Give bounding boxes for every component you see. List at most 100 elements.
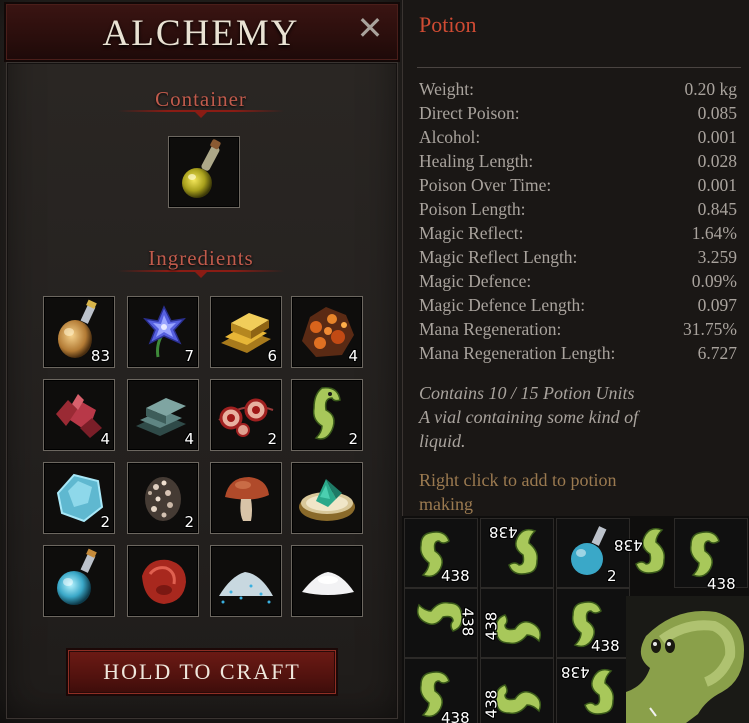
stat-row: Poison Length: 0.845 — [419, 199, 737, 223]
tooltip-divider — [417, 67, 741, 68]
inventory-slot[interactable]: 438 — [480, 588, 554, 658]
item-count: 438 — [441, 567, 470, 585]
tooltip-hint: Right click to add to potion making — [419, 468, 739, 516]
close-button[interactable]: ✕ — [356, 12, 384, 44]
ingredient-count: 83 — [90, 347, 110, 365]
stat-label: Magic Defence Length: — [419, 295, 586, 315]
ingredient-count: 6 — [267, 347, 277, 365]
ingredient-count: 4 — [184, 430, 194, 448]
potion-vial-yellow-icon — [182, 139, 221, 198]
gem-bowl-icon — [299, 479, 355, 521]
window-title: ALCHEMY — [102, 13, 300, 54]
tooltip-description: Contains 10 / 15 Potion Units A vial con… — [419, 381, 739, 453]
ingredient-slot[interactable]: 2 — [291, 379, 363, 451]
stat-row: Direct Poison: 0.085 — [419, 103, 737, 127]
ingredient-slot[interactable] — [210, 462, 282, 534]
stat-row: Healing Length: 0.028 — [419, 151, 737, 175]
stat-row: Mana Regeneration: 31.75% — [419, 319, 737, 343]
ingredient-count: 2 — [348, 430, 358, 448]
blue-salt-icon — [219, 572, 273, 604]
hold-to-craft-button[interactable]: HOLD TO CRAFT — [68, 650, 336, 694]
ingredient-slot[interactable]: 2 — [127, 462, 199, 534]
stat-row: Magic Reflect Length: 3.259 — [419, 247, 737, 271]
stat-row: Poison Over Time: 0.001 — [419, 175, 737, 199]
stat-label: Alcohol: — [419, 127, 481, 147]
inventory-slot[interactable]: 438 — [404, 518, 478, 588]
item-tooltip: Potion Weight: 0.20 kg Direct Poison: 0.08… — [402, 0, 749, 520]
stat-label: Mana Regeneration: — [419, 319, 562, 339]
ingredients-heading: Ingredients — [148, 246, 254, 270]
inventory-slot[interactable]: 438 — [556, 588, 630, 658]
ingredient-slot[interactable]: 4 — [291, 296, 363, 368]
ingredients-heading-arrow — [194, 271, 208, 278]
container-heading: Container — [155, 87, 247, 111]
ingredient-slot[interactable]: 4 — [43, 379, 115, 451]
stat-row: Weight: 0.20 kg — [419, 79, 737, 103]
ingredient-count: 2 — [184, 513, 194, 531]
item-count: 438 — [614, 536, 643, 554]
item-count: 438 — [707, 575, 736, 593]
stat-label: Direct Poison: — [419, 103, 520, 123]
stat-value: 0.097 — [697, 295, 737, 315]
ingredient-count: 2 — [100, 513, 110, 531]
mushroom-icon — [225, 477, 269, 521]
stat-row: Magic Defence Length: 0.097 — [419, 295, 737, 319]
inventory-slot[interactable]: 438 — [480, 658, 554, 723]
item-count: 438 — [489, 523, 518, 541]
stat-value: 0.001 — [697, 175, 737, 195]
inventory-slot[interactable]: 438 — [556, 658, 630, 723]
inventory-slot-overlay[interactable]: 438 — [608, 518, 680, 586]
item-count: 438 — [591, 637, 620, 655]
stat-value: 0.001 — [697, 127, 737, 147]
inventory-slot[interactable]: 438 — [404, 658, 478, 723]
stat-value: 3.259 — [697, 247, 737, 267]
ingredient-slot[interactable] — [291, 462, 363, 534]
stat-label: Magic Defence: — [419, 271, 532, 291]
stat-row: Magic Reflect: 1.64% — [419, 223, 737, 247]
ingredient-slot[interactable] — [210, 545, 282, 617]
ingredient-count: 4 — [100, 430, 110, 448]
inventory-slot[interactable]: 438 — [674, 518, 748, 593]
ingredient-slot[interactable] — [43, 545, 115, 617]
ingredient-slot[interactable]: 2 — [43, 462, 115, 534]
ingredient-slot[interactable] — [291, 545, 363, 617]
stat-row: Mana Regeneration Length: 6.727 — [419, 343, 737, 367]
stat-value: 0.09% — [691, 271, 737, 291]
stat-label: Weight: — [419, 79, 474, 99]
stat-label: Magic Reflect Length: — [419, 247, 578, 267]
ingredient-count: 4 — [348, 347, 358, 365]
desc-line: A vial containing some kind of — [419, 407, 639, 427]
ingredient-slot[interactable] — [127, 545, 199, 617]
stat-row: Magic Defence: 0.09% — [419, 271, 737, 295]
item-count: 438 — [561, 663, 590, 681]
stat-label: Poison Length: — [419, 199, 526, 219]
blue-potion-icon — [57, 548, 97, 605]
inventory-slot[interactable]: 438 — [480, 518, 554, 588]
stat-label: Poison Over Time: — [419, 175, 552, 195]
stat-value: 0.20 kg — [684, 79, 738, 99]
ingredient-slot[interactable]: 83 — [43, 296, 115, 368]
inventory-slot[interactable]: 438 — [404, 588, 478, 658]
stat-label: Healing Length: — [419, 151, 534, 171]
item-count: 438 — [441, 709, 470, 723]
stat-value: 31.75% — [683, 319, 737, 339]
stat-value: 6.727 — [697, 343, 737, 363]
item-count: 438 — [482, 689, 501, 719]
ingredient-count: 2 — [267, 430, 277, 448]
ingredient-slot[interactable]: 2 — [210, 379, 282, 451]
ingredient-slot[interactable]: 4 — [127, 379, 199, 451]
stat-value: 0.085 — [697, 103, 737, 123]
alchemy-panel: ALCHEMY ✕ Container Ingredients 83 7 6 4… — [0, 0, 402, 723]
desc-line: Contains 10 / 15 Potion Units — [419, 383, 635, 403]
ingredient-count: 7 — [184, 347, 194, 365]
container-heading-arrow — [194, 111, 208, 118]
hint-line: Right click to add to potion — [419, 470, 617, 490]
stat-label: Magic Reflect: — [419, 223, 524, 243]
hint-line: making — [419, 494, 473, 514]
stat-row: Alcohol: 0.001 — [419, 127, 737, 151]
stat-label: Mana Regeneration Length: — [419, 343, 616, 363]
container-slot[interactable] — [168, 136, 240, 208]
stat-value: 0.028 — [697, 151, 737, 171]
ingredient-slot[interactable]: 7 — [127, 296, 199, 368]
ingredient-slot[interactable]: 6 — [210, 296, 282, 368]
